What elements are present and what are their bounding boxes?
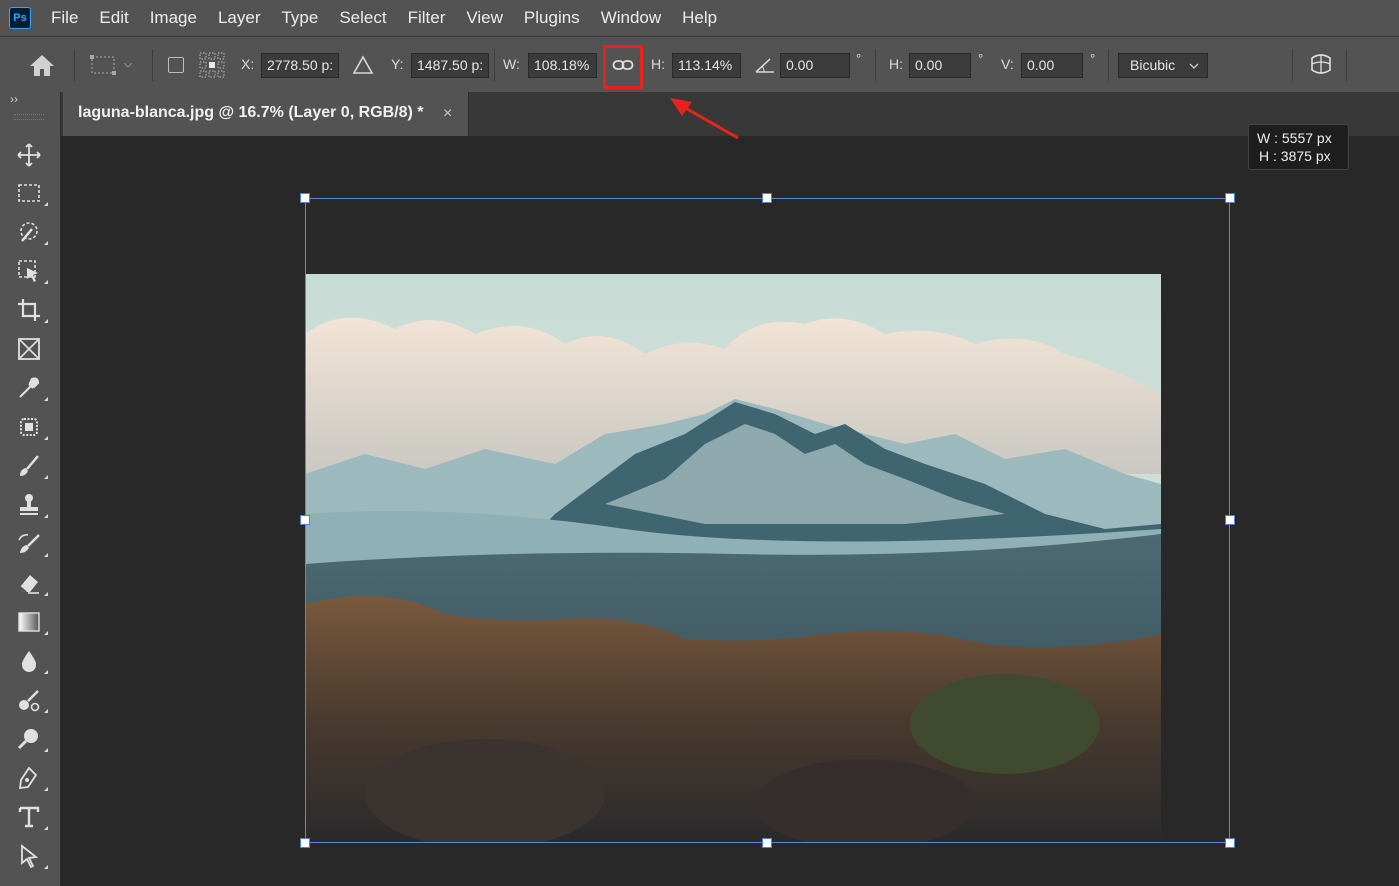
skew-h-label: H: [889, 56, 903, 72]
toolbar-grip[interactable] [14, 114, 44, 120]
menu-edit[interactable]: Edit [99, 8, 128, 28]
transform-handle-top-center[interactable] [762, 193, 772, 203]
eraser-icon[interactable] [14, 568, 48, 598]
menu-image[interactable]: Image [150, 8, 197, 28]
menu-help[interactable]: Help [682, 8, 717, 28]
photoshop-logo-icon: Ps [9, 7, 31, 29]
menu-select[interactable]: Select [339, 8, 386, 28]
transform-bounding-box[interactable] [305, 198, 1230, 843]
height-field[interactable]: 113.14% [672, 53, 741, 78]
width-label: W: [503, 56, 520, 72]
brush-icon[interactable] [14, 451, 48, 481]
interpolation-dropdown[interactable]: Bicubic [1118, 53, 1208, 78]
skew-v-label: V: [1001, 56, 1014, 72]
reference-point-grid-icon[interactable] [198, 37, 228, 93]
zoom-icon[interactable] [14, 724, 48, 754]
height-label: H: [651, 56, 665, 72]
skew-v-degree-unit: ° [1090, 51, 1096, 66]
tooltip-width: W : 5557 px [1257, 130, 1332, 146]
transform-handle-bottom-left[interactable] [300, 838, 310, 848]
menu-filter[interactable]: Filter [408, 8, 446, 28]
home-icon[interactable] [28, 37, 56, 93]
chevron-down-icon [1189, 63, 1199, 69]
menu-bar: Ps File Edit Image Layer Type Select Fil… [0, 0, 1399, 36]
transform-handle-middle-left[interactable] [300, 515, 310, 525]
eyedropper-icon[interactable] [14, 373, 48, 403]
transform-preset-icon[interactable] [88, 37, 134, 93]
transform-handle-middle-right[interactable] [1225, 515, 1235, 525]
close-tab-button[interactable]: × [443, 105, 452, 123]
x-position-field[interactable]: 2778.50 p: [261, 53, 339, 78]
crop-icon[interactable] [14, 295, 48, 325]
transform-handle-bottom-right[interactable] [1225, 838, 1235, 848]
menu-plugins[interactable]: Plugins [524, 8, 580, 28]
path-selection-icon[interactable] [14, 841, 48, 871]
menu-type[interactable]: Type [281, 8, 318, 28]
angle-degree-unit: ° [856, 51, 862, 66]
options-bar: X: 2778.50 p: Y: 1487.50 p: W: 108.18% H… [0, 36, 1399, 92]
y-position-field[interactable]: 1487.50 p: [411, 53, 489, 78]
skew-h-degree-unit: ° [978, 51, 984, 66]
tooltip-height: H : 3875 px [1259, 148, 1331, 164]
transform-handle-top-right[interactable] [1225, 193, 1235, 203]
quick-selection-icon[interactable] [14, 217, 48, 247]
pen-icon[interactable] [14, 763, 48, 793]
frame-tool-icon[interactable] [14, 334, 44, 364]
transform-handle-top-left[interactable] [300, 193, 310, 203]
tools-panel: ›› [0, 92, 61, 886]
history-brush-icon[interactable] [14, 529, 48, 559]
reference-point-checkbox[interactable] [168, 37, 184, 93]
rectangular-marquee-icon[interactable] [14, 178, 48, 208]
collapse-panel-icon[interactable]: ›› [10, 92, 18, 106]
type-icon[interactable] [14, 802, 48, 832]
blur-icon[interactable] [14, 646, 48, 676]
dodge-icon[interactable] [14, 685, 48, 715]
menu-view[interactable]: View [466, 8, 503, 28]
dimensions-tooltip: W : 5557 px H : 3875 px [1248, 124, 1349, 170]
move-tool-icon[interactable] [14, 140, 44, 170]
menu-file[interactable]: File [51, 8, 78, 28]
object-selection-icon[interactable] [14, 256, 48, 286]
menu-layer[interactable]: Layer [218, 8, 261, 28]
interpolation-value: Bicubic [1130, 57, 1176, 73]
skew-horizontal-field[interactable]: 0.00 [909, 53, 971, 78]
transform-handle-bottom-center[interactable] [762, 838, 772, 848]
y-label: Y: [391, 56, 404, 72]
document-tab[interactable]: laguna-blanca.jpg @ 16.7% (Layer 0, RGB/… [63, 92, 469, 136]
skew-vertical-field[interactable]: 0.00 [1021, 53, 1083, 78]
annotation-arrow-icon [670, 98, 739, 140]
relative-position-icon[interactable] [352, 37, 374, 93]
gradient-icon[interactable] [14, 607, 48, 637]
spot-healing-brush-icon[interactable] [14, 412, 48, 442]
menu-window[interactable]: Window [601, 8, 661, 28]
warp-mode-icon[interactable] [1307, 37, 1335, 93]
rotate-angle-field[interactable]: 0.00 [780, 53, 850, 78]
width-field[interactable]: 108.18% [528, 53, 597, 78]
document-tab-title: laguna-blanca.jpg @ 16.7% (Layer 0, RGB/… [78, 104, 424, 121]
rotate-angle-icon [754, 37, 776, 93]
clone-stamp-icon[interactable] [14, 490, 48, 520]
annotation-highlight-box [603, 45, 643, 89]
x-label: X: [241, 56, 255, 72]
